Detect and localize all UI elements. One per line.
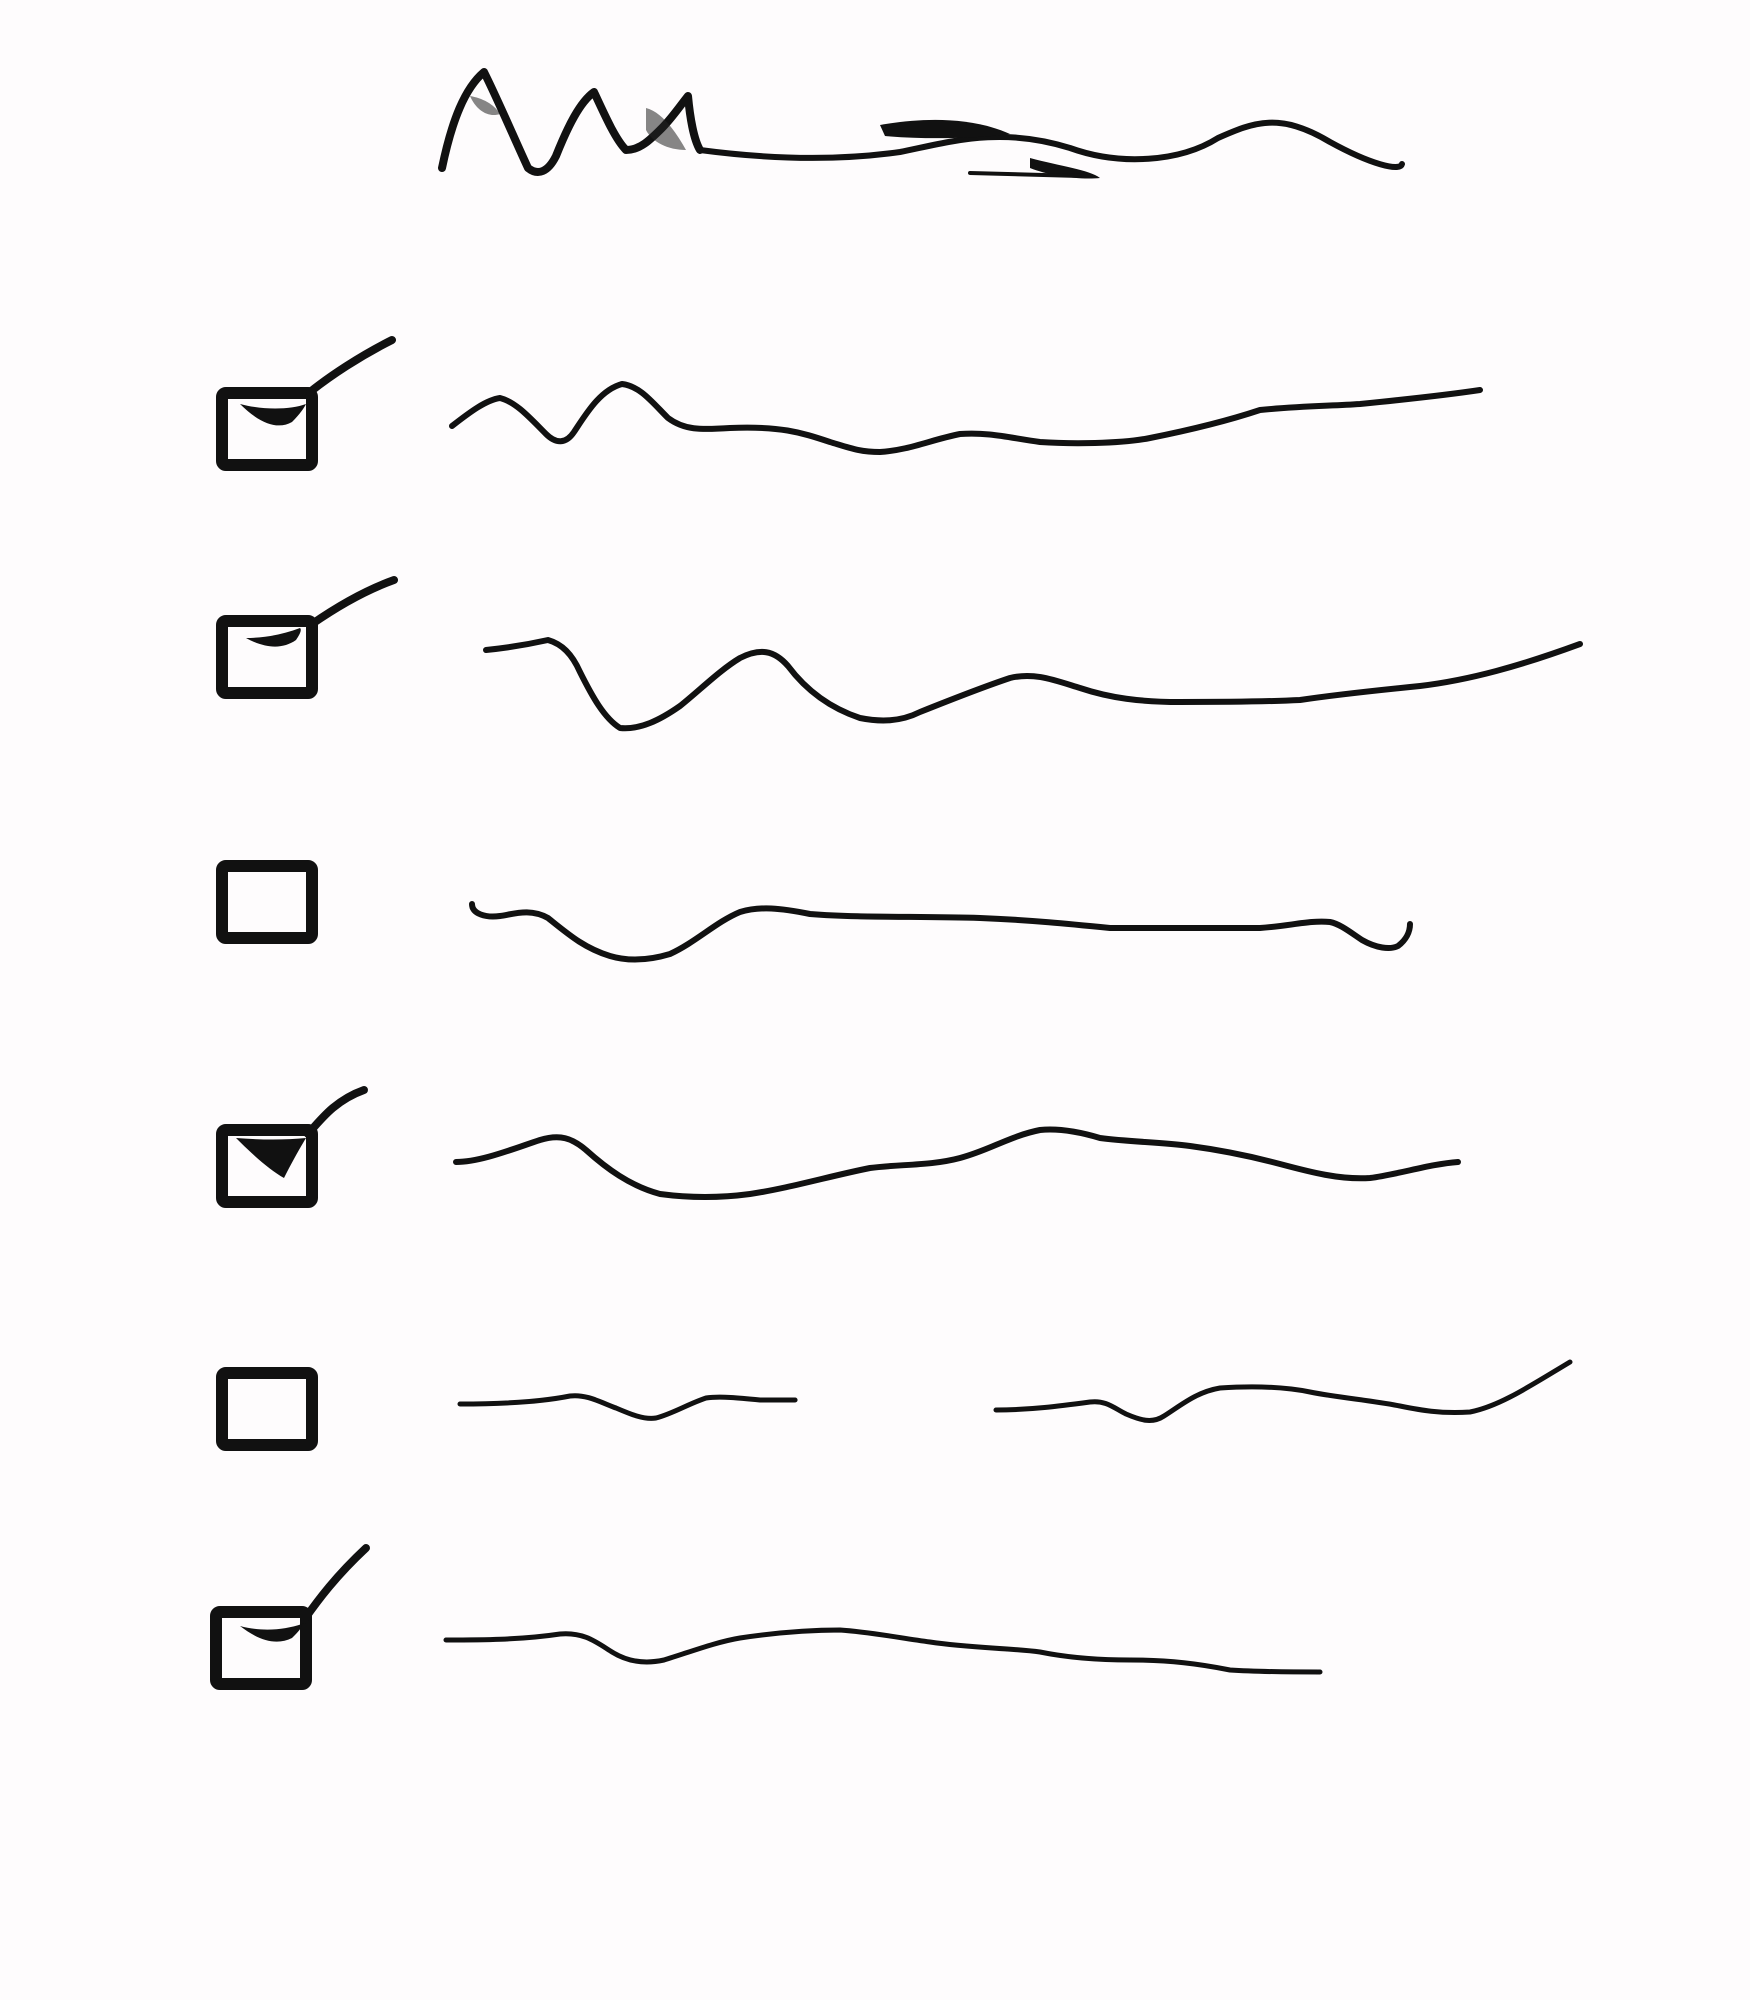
scribbled-text-line [443, 1627, 1323, 1675]
checklist-item-6 [210, 1544, 1323, 1690]
title-scribble [438, 68, 1405, 179]
scribbled-text-line [453, 1126, 1461, 1200]
hand-drawn-checkbox-icon[interactable] [216, 387, 318, 471]
hand-drawn-checkbox-icon[interactable] [216, 860, 318, 944]
checklist-item-4 [216, 1086, 1461, 1208]
hand-drawn-checklist-page [0, 0, 1750, 2000]
hand-drawn-checkbox-icon[interactable] [210, 1606, 312, 1690]
checklist-sketch [210, 68, 1583, 1690]
checklist-item-1 [216, 336, 1483, 471]
scribbled-text-line [483, 637, 1583, 732]
checklist-item-3 [216, 860, 1413, 963]
scribbled-text-line [457, 1393, 798, 1421]
hand-drawn-checkbox-icon[interactable] [216, 1367, 318, 1451]
scribbled-text-line [469, 901, 1413, 963]
check-mark-icon [246, 576, 398, 647]
checklist-item-5 [216, 1359, 1573, 1451]
scribbled-text-line [993, 1359, 1573, 1423]
scribbled-text-line [449, 381, 1483, 455]
checklist-item-2 [216, 576, 1583, 732]
